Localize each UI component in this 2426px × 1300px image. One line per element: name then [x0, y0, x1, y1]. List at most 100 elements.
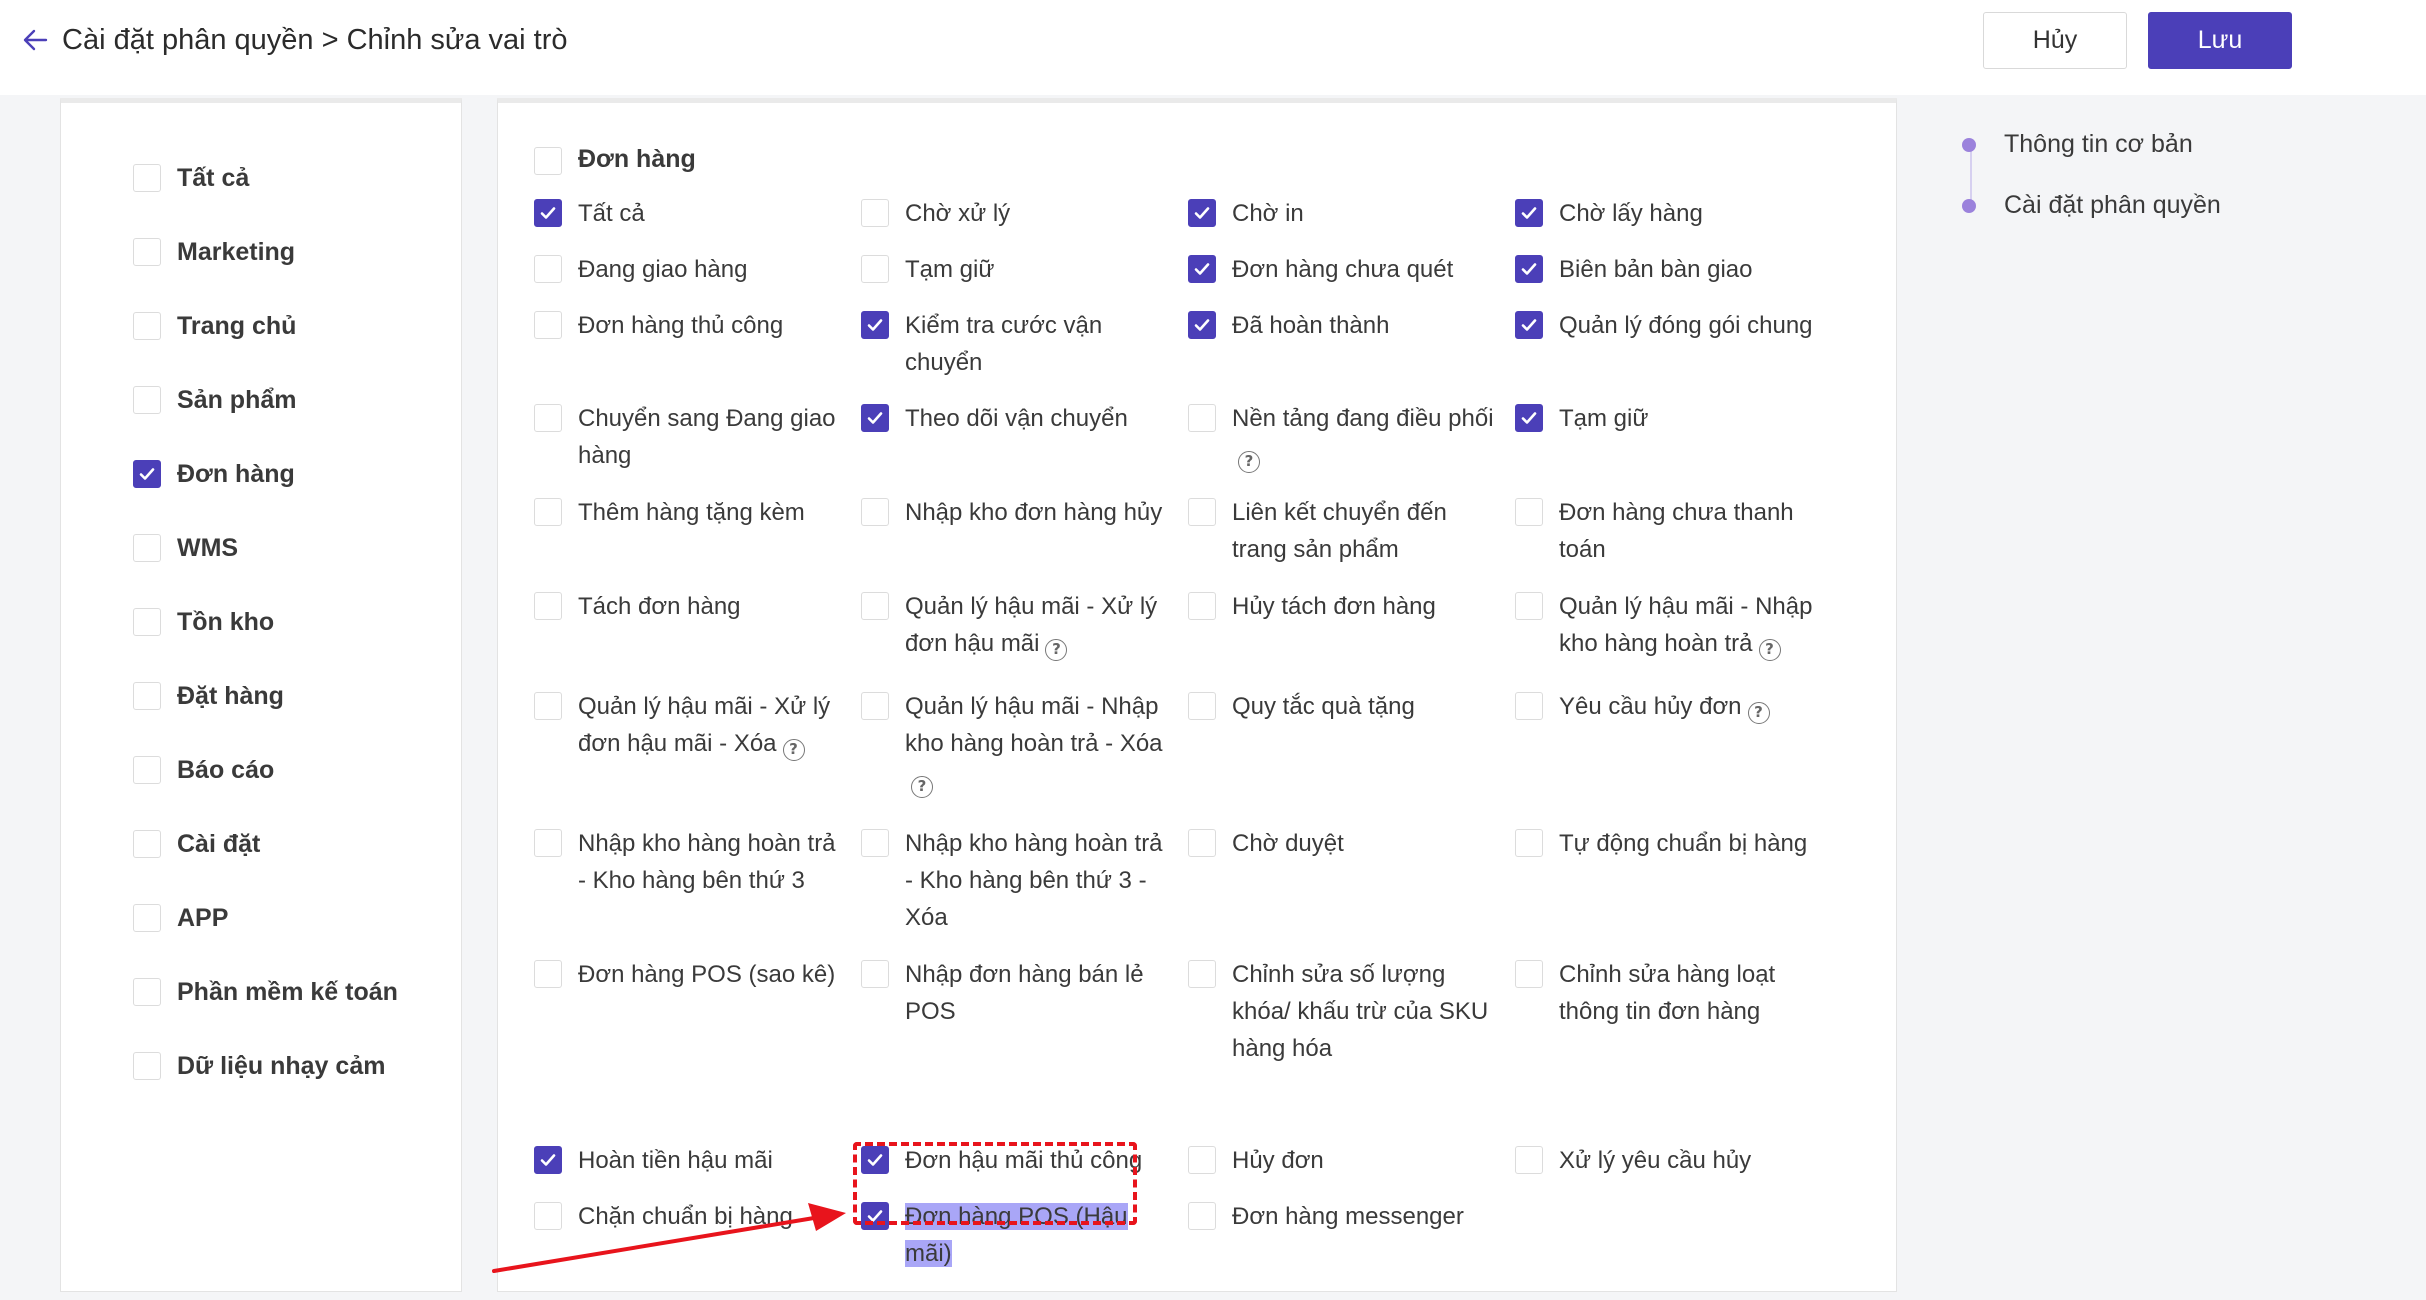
checkbox[interactable]: [1188, 255, 1216, 283]
checkbox[interactable]: [1188, 311, 1216, 339]
module-item[interactable]: Tồn kho: [133, 585, 398, 659]
arrow-left-icon[interactable]: [22, 25, 52, 55]
checkbox[interactable]: [534, 960, 562, 988]
permission-option[interactable]: Đơn hàng chưa thanh toán: [1515, 494, 1825, 568]
module-item[interactable]: Marketing: [133, 215, 398, 289]
permission-option[interactable]: Nhập kho đơn hàng hủy: [861, 494, 1171, 531]
permission-option[interactable]: Nhập kho hàng hoàn trả - Kho hàng bên th…: [534, 825, 844, 899]
checkbox[interactable]: [861, 255, 889, 283]
checkbox[interactable]: [534, 1202, 562, 1230]
question-circle-icon[interactable]: ?: [782, 739, 805, 761]
permission-option[interactable]: Hoàn tiền hậu mãi: [534, 1142, 844, 1179]
permission-option[interactable]: Chờ lấy hàng: [1515, 195, 1825, 232]
checkbox[interactable]: [133, 164, 161, 192]
permission-option[interactable]: Tạm giữ: [1515, 400, 1825, 437]
checkbox[interactable]: [133, 830, 161, 858]
checkbox[interactable]: [133, 904, 161, 932]
checkbox[interactable]: [1188, 829, 1216, 857]
permission-option[interactable]: Đơn hàng POS (sao kê): [534, 956, 844, 993]
permission-option[interactable]: Hủy tách đơn hàng: [1188, 588, 1498, 625]
checkbox[interactable]: [861, 311, 889, 339]
permission-option[interactable]: Quản lý đóng gói chung: [1515, 307, 1825, 344]
checkbox[interactable]: [1188, 1202, 1216, 1230]
permission-option[interactable]: Hủy đơn: [1188, 1142, 1498, 1179]
checkbox[interactable]: [1515, 1146, 1543, 1174]
module-item[interactable]: WMS: [133, 511, 398, 585]
checkbox[interactable]: [1515, 829, 1543, 857]
checkbox[interactable]: [861, 1146, 889, 1174]
checkbox[interactable]: [534, 311, 562, 339]
permission-option[interactable]: Xử lý yêu cầu hủy: [1515, 1142, 1825, 1179]
permission-option[interactable]: Nền tảng đang điều phối?: [1188, 400, 1498, 474]
checkbox[interactable]: [133, 608, 161, 636]
permission-option[interactable]: Thêm hàng tặng kèm: [534, 494, 844, 531]
checkbox[interactable]: [133, 312, 161, 340]
permission-option[interactable]: Liên kết chuyển đến trang sản phẩm: [1188, 494, 1498, 568]
module-item[interactable]: Đơn hàng: [133, 437, 398, 511]
checkbox[interactable]: [861, 829, 889, 857]
checkbox[interactable]: [1515, 592, 1543, 620]
checkbox[interactable]: [133, 756, 161, 784]
permission-option[interactable]: Tự động chuẩn bị hàng: [1515, 825, 1825, 862]
checkbox[interactable]: [133, 238, 161, 266]
permission-option[interactable]: Tất cả: [534, 195, 844, 232]
checkbox[interactable]: [1515, 498, 1543, 526]
permission-option[interactable]: Chỉnh sửa hàng loạt thông tin đơn hàng: [1515, 956, 1825, 1030]
permission-option[interactable]: Đơn hàng thủ công: [534, 307, 844, 344]
save-button[interactable]: Lưu: [2148, 12, 2292, 69]
question-circle-icon[interactable]: ?: [1238, 451, 1260, 473]
checkbox[interactable]: [1515, 692, 1543, 720]
permission-option[interactable]: Chờ xử lý: [861, 195, 1171, 232]
checkbox[interactable]: [133, 978, 161, 1006]
permission-option[interactable]: Theo dõi vận chuyển: [861, 400, 1171, 437]
question-circle-icon[interactable]: ?: [1747, 702, 1770, 724]
permission-option[interactable]: Chuyển sang Đang giao hàng: [534, 400, 844, 474]
permission-option[interactable]: Quy tắc quà tặng: [1188, 688, 1498, 725]
module-item[interactable]: Báo cáo: [133, 733, 398, 807]
checkbox[interactable]: [1188, 592, 1216, 620]
back-link[interactable]: Cài đặt phân quyền > Chỉnh sửa vai trò: [22, 18, 567, 62]
module-item[interactable]: Đặt hàng: [133, 659, 398, 733]
checkbox[interactable]: [534, 404, 562, 432]
checkbox[interactable]: [1188, 498, 1216, 526]
permission-option[interactable]: Nhập kho hàng hoàn trả - Kho hàng bên th…: [861, 825, 1171, 936]
checkbox[interactable]: [534, 1146, 562, 1174]
module-item[interactable]: Phần mềm kế toán: [133, 955, 398, 1029]
checkbox[interactable]: [861, 692, 889, 720]
checkbox[interactable]: [534, 255, 562, 283]
question-circle-icon[interactable]: ?: [911, 776, 933, 798]
checkbox[interactable]: [534, 147, 562, 175]
checkbox[interactable]: [861, 592, 889, 620]
checkbox[interactable]: [861, 404, 889, 432]
checkbox[interactable]: [133, 534, 161, 562]
permission-option[interactable]: Chờ in: [1188, 195, 1498, 232]
question-circle-icon[interactable]: ?: [1758, 639, 1781, 661]
checkbox[interactable]: [861, 199, 889, 227]
module-item[interactable]: Tất cả: [133, 141, 398, 215]
permission-option[interactable]: Quản lý hậu mãi - Nhập kho hàng hoàn trả…: [1515, 588, 1825, 662]
module-item[interactable]: Cài đặt: [133, 807, 398, 881]
checkbox[interactable]: [1188, 1146, 1216, 1174]
checkbox[interactable]: [1515, 311, 1543, 339]
module-item[interactable]: Dữ liệu nhạy cảm: [133, 1029, 398, 1103]
permission-option[interactable]: Đơn hàng POS (Hậu mãi): [861, 1198, 1171, 1272]
module-item[interactable]: APP: [133, 881, 398, 955]
module-item[interactable]: Sản phẩm: [133, 363, 398, 437]
permission-option[interactable]: Yêu cầu hủy đơn?: [1515, 688, 1825, 725]
checkbox[interactable]: [133, 1052, 161, 1080]
checkbox[interactable]: [1188, 404, 1216, 432]
permission-option[interactable]: Chỉnh sửa số lượng khóa/ khấu trừ của SK…: [1188, 956, 1498, 1067]
checkbox[interactable]: [133, 386, 161, 414]
permission-option[interactable]: Tách đơn hàng: [534, 588, 844, 625]
checkbox[interactable]: [1515, 199, 1543, 227]
permission-option[interactable]: Đang giao hàng: [534, 251, 844, 288]
permission-option[interactable]: Kiểm tra cước vận chuyển: [861, 307, 1171, 381]
checkbox[interactable]: [1188, 199, 1216, 227]
checkbox[interactable]: [1515, 960, 1543, 988]
permission-option[interactable]: Chờ duyệt: [1188, 825, 1498, 862]
permission-option[interactable]: Đơn hậu mãi thủ công: [861, 1142, 1171, 1179]
permission-option[interactable]: Đơn hàng chưa quét: [1188, 251, 1498, 288]
checkbox[interactable]: [1515, 404, 1543, 432]
checkbox[interactable]: [1515, 255, 1543, 283]
section-order-checkbox[interactable]: Đơn hàng: [534, 143, 696, 175]
